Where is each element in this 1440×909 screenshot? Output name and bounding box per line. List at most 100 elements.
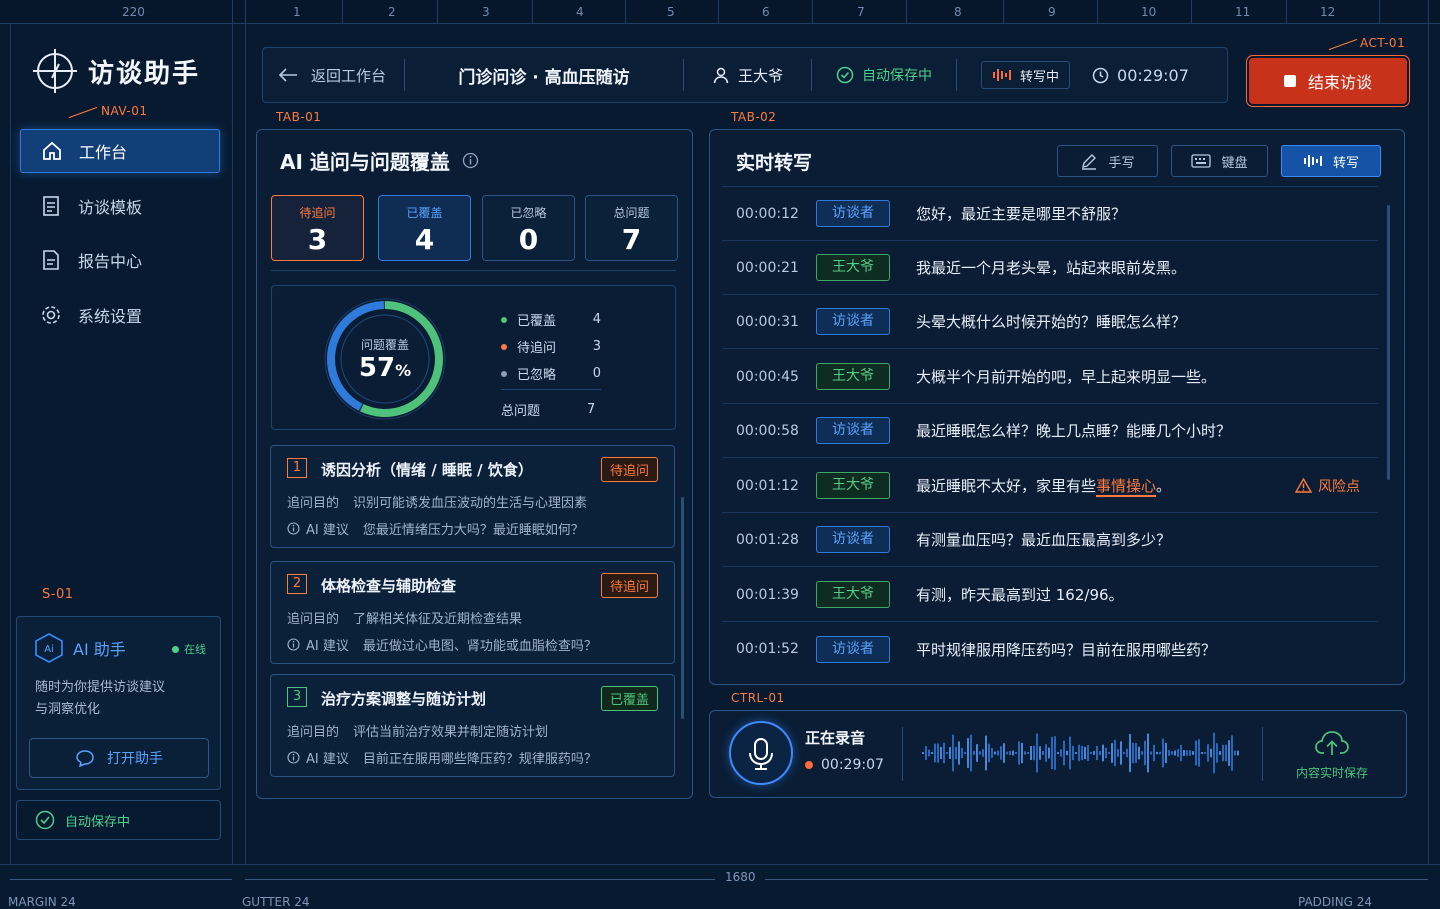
stat-covered[interactable]: 已覆盖 4 [378, 195, 471, 261]
keyboard-mode-button[interactable]: 键盘 [1171, 145, 1268, 177]
legend-ignored: 已忽略 0 [501, 360, 601, 387]
pen-icon [1082, 154, 1097, 170]
assistant-title: AI 助手 [73, 640, 126, 659]
legend-label: 已覆盖 [516, 314, 556, 329]
donut-label: 问题覆盖 [360, 338, 409, 352]
legend-label: 待追问 [516, 341, 556, 356]
legend-covered: 已覆盖 4 [501, 306, 601, 333]
question-card[interactable]: 3 治疗方案调整与随访计划 已覆盖 追问目的 评估当前治疗效果并制定随访计划 AI… [270, 674, 675, 777]
utterance: 平时规律服用降压药吗？目前在服用哪些药？ [916, 640, 1217, 659]
sidebar-item-workbench[interactable]: 工作台 [20, 129, 220, 173]
report-icon [43, 250, 59, 270]
cards-scrollbar[interactable] [681, 497, 684, 719]
ruler-label: 12 [1320, 5, 1336, 19]
ai-assistant-card: Ai AI 助手 在线 随时为你提供访谈建议 与洞察优化 打开助手 [16, 616, 221, 790]
autosave-label: 自动保存中 [862, 68, 933, 84]
card-title: 体格检查与辅助检查 [321, 577, 457, 595]
ruler-label: 10 [1141, 5, 1157, 19]
svg-text:Ai: Ai [44, 644, 54, 655]
speaker-badge: 王大爷 [816, 581, 890, 608]
arrow-left-icon [278, 68, 297, 82]
speaker-badge: 王大爷 [816, 254, 890, 281]
ruler-label: 11 [1235, 5, 1251, 19]
speaker-badge: 访谈者 [816, 200, 890, 227]
transcribe-mode-button[interactable]: 转写 [1281, 145, 1381, 177]
sidebar-item-settings[interactable]: 系统设置 [20, 293, 220, 337]
ruler-label: 220 [122, 5, 145, 19]
page-title: 门诊问诊 · 高血压随访 [458, 67, 630, 88]
stat-ignored[interactable]: 已忽略 0 [482, 195, 575, 261]
utterance-text: 最近睡眠不太好，家里有些 [916, 477, 1097, 495]
sidebar-item-templates[interactable]: 访谈模板 [20, 184, 220, 228]
stat-value: 4 [414, 223, 435, 256]
risk-label: 风险点 [1318, 478, 1360, 495]
mode-label: 转写 [1332, 155, 1359, 171]
recording-timer: 00:29:07 [805, 757, 884, 773]
ai-label: AI 建议 [306, 639, 349, 654]
back-label: 返回工作台 [311, 66, 387, 85]
clock-icon [1092, 67, 1109, 83]
percent-unit: % [395, 361, 412, 380]
sidebar-item-reports[interactable]: 报告中心 [20, 238, 220, 282]
question-card[interactable]: 2 体格检查与辅助检查 待追问 追问目的 了解相关体征及近期检查结果 AI 建议最… [270, 561, 675, 664]
legend-label: 总问题 [501, 404, 541, 419]
stat-value: 0 [518, 223, 539, 256]
timestamp: 00:01:12 [736, 477, 799, 494]
coverage-title: AI 追问与问题覆盖 [280, 150, 450, 174]
ruler-label: 7 [857, 5, 865, 19]
margin-label: MARGIN 24 [8, 895, 76, 909]
speaker-badge: 王大爷 [816, 363, 890, 390]
stat-total[interactable]: 总问题 7 [585, 195, 678, 261]
info-icon[interactable] [462, 152, 479, 169]
question-card[interactable]: 1 诱因分析（情绪 / 睡眠 / 饮食） 待追问 追问目的 识别可能诱发血压波动的… [270, 445, 675, 548]
ai-text: 您最近情绪压力大吗？最近睡眠如何？ [362, 523, 584, 538]
speaker-badge: 王大爷 [816, 472, 890, 499]
risk-highlight[interactable]: 事情操心 [1096, 477, 1157, 497]
utterance: 您好，最近主要是哪里不舒服？ [916, 205, 1127, 223]
transcript-row: 00:00:45 王大爷 大概半个月前开始的吧，早上起来明显一些。 [722, 350, 1378, 404]
ruler-label: 6 [762, 5, 770, 19]
stat-pending[interactable]: 待追问 3 [271, 195, 364, 261]
end-interview-label: 结束访谈 [1307, 73, 1372, 92]
control-tag: CTRL-01 [731, 691, 785, 705]
card-number: 1 [287, 458, 307, 478]
microphone-icon [749, 738, 773, 770]
ai-label: AI 建议 [306, 523, 349, 538]
card-ai-suggestion: AI 建议 目前正在服用哪些降压药？规律服药吗？ [287, 748, 597, 767]
open-assistant-button[interactable]: 打开助手 [29, 738, 209, 778]
waveform-icon [993, 69, 1012, 81]
sidebar-item-label: 系统设置 [78, 307, 143, 326]
mode-label: 键盘 [1221, 155, 1248, 171]
stat-value: 3 [307, 223, 328, 256]
autosave-status: 自动保存中 [812, 65, 956, 85]
chat-icon [76, 750, 94, 768]
handwrite-mode-button[interactable]: 手写 [1057, 145, 1158, 177]
status-badge: 待追问 [600, 573, 658, 598]
recording-time: 00:29:07 [821, 757, 884, 773]
utterance: 有测，昨天最高到过 162/96。 [916, 586, 1124, 604]
transcript-scrollbar[interactable] [1387, 205, 1390, 480]
end-interview-button[interactable]: 结束访谈 [1249, 58, 1407, 104]
legend-label: 已忽略 [516, 368, 556, 383]
risk-flag[interactable]: 风险点 [1295, 476, 1360, 496]
document-icon [43, 196, 59, 216]
audio-waveform [922, 732, 1239, 774]
purpose-label: 追问目的 [287, 612, 340, 627]
ai-badge-icon: Ai [35, 633, 63, 663]
stat-value: 7 [621, 223, 642, 256]
assistant-tag: S-01 [42, 587, 74, 602]
mic-button[interactable] [729, 721, 793, 785]
online-label: 在线 [184, 643, 206, 656]
transcribing-label: 转写中 [1020, 69, 1060, 85]
transcript-row: 00:01:39 王大爷 有测，昨天最高到过 162/96。 [722, 568, 1378, 622]
card-title: 诱因分析（情绪 / 睡眠 / 饮食） [321, 461, 533, 479]
utterance: 最近睡眠怎么样？晚上几点睡？能睡几个小时？ [916, 422, 1232, 440]
utterance: 头晕大概什么时候开始的？睡眠怎么样？ [916, 313, 1187, 331]
open-assistant-label: 打开助手 [107, 751, 163, 767]
assistant-desc-line1: 随时为你提供访谈建议 [35, 680, 166, 695]
back-button[interactable]: 返回工作台 [263, 65, 404, 86]
card-purpose: 追问目的 评估当前治疗效果并制定随访计划 [287, 721, 548, 740]
ai-label: AI 建议 [306, 752, 349, 767]
transcript-row: 00:00:58 访谈者 最近睡眠怎么样？晚上几点睡？能睡几个小时？ [722, 404, 1378, 458]
tab1-tag: TAB-01 [276, 110, 322, 124]
